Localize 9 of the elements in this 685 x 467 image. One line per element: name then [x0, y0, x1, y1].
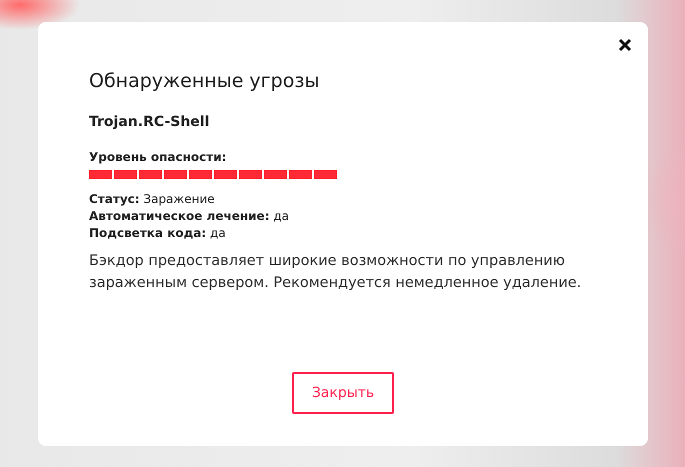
detail-line: Автоматическое лечение: да — [89, 208, 290, 225]
danger-label: Уровень опасности: — [89, 150, 228, 164]
description: Бэкдор предоставляет широкие возможности по управлению зараженным сервером. Рекомендуется немедленное удаление. — [89, 252, 582, 293]
detail-line: Подсветка кода: да — [89, 225, 227, 242]
dialog-title: Обнаруженные угрозы — [89, 70, 320, 92]
close-button[interactable]: Закрыть — [292, 372, 394, 414]
threat-name: Trojan.RC-Shell — [89, 114, 210, 130]
detail-line: Статус: Заражение — [89, 191, 216, 208]
close-icon[interactable] — [618, 38, 632, 52]
